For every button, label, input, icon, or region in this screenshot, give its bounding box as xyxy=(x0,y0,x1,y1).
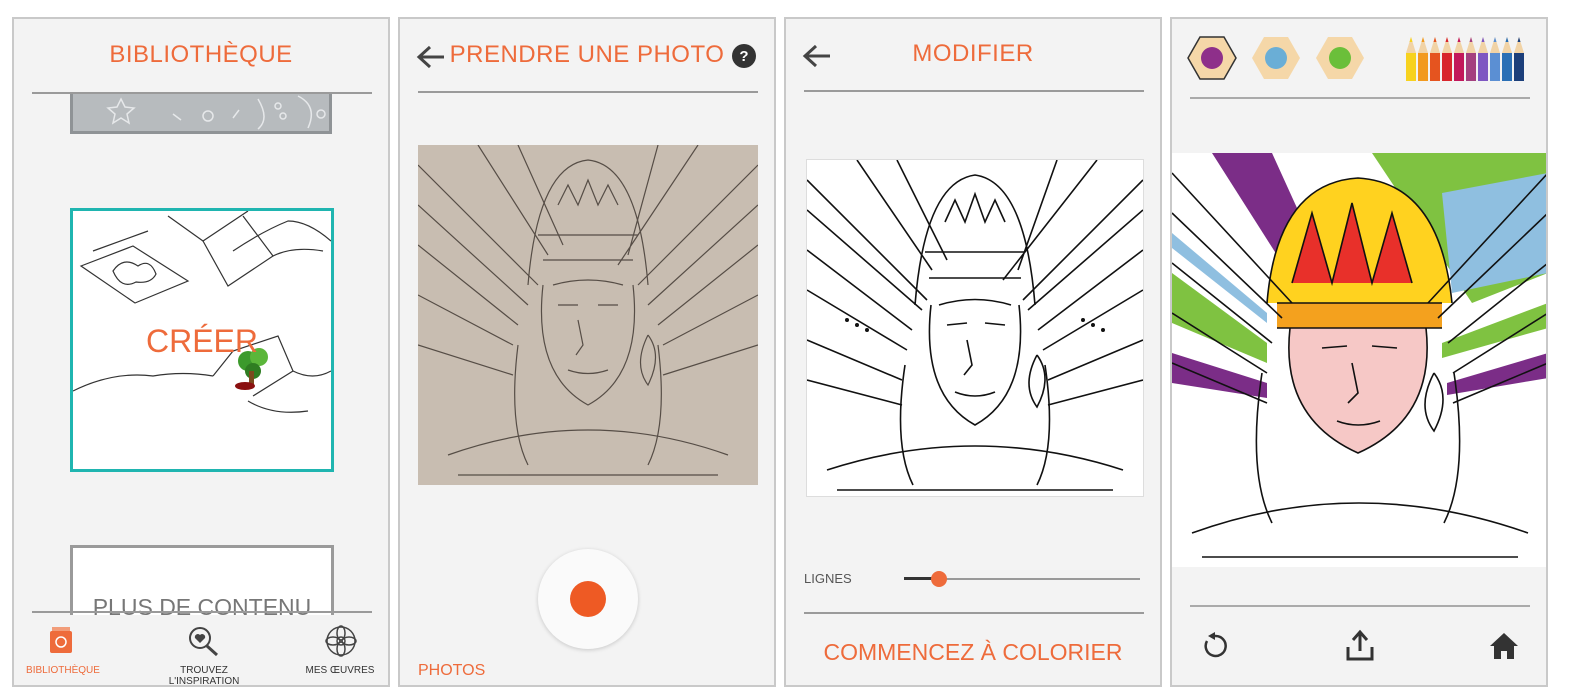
divider xyxy=(1190,605,1530,607)
pencil-3 xyxy=(1442,37,1452,81)
tab-oeuvres[interactable]: MES ŒUVRES xyxy=(300,623,380,683)
pencil-0 xyxy=(1406,37,1416,81)
slider-thumb[interactable] xyxy=(931,571,948,587)
tab-inspiration[interactable]: TROUVEZ L'INSPIRATION xyxy=(144,623,264,685)
pencil-8 xyxy=(1502,37,1512,81)
palette-swatch-green[interactable] xyxy=(1316,37,1364,79)
pencil-2 xyxy=(1430,37,1440,81)
undo-icon[interactable] xyxy=(1200,631,1230,661)
page-title: PRENDRE UNE PHOTO xyxy=(449,41,725,68)
help-icon[interactable]: ? xyxy=(732,44,756,68)
divider xyxy=(418,91,758,93)
photos-link[interactable]: PHOTOS xyxy=(418,662,485,680)
palette-swatch-blue[interactable] xyxy=(1252,37,1300,79)
line-art-preview xyxy=(806,159,1144,497)
page-title: MODIFIER xyxy=(912,40,1034,67)
search-heart-icon xyxy=(189,627,219,657)
modify-screen: MODIFIER LIGNES COMMENCEZ À COLORIER xyxy=(784,17,1162,687)
pencil-7 xyxy=(1490,37,1500,81)
svg-text:?: ? xyxy=(739,48,748,65)
divider xyxy=(1190,97,1530,99)
page-title: BIBLIOTHÈQUE xyxy=(109,41,293,68)
tab-label: TROUVEZ L'INSPIRATION xyxy=(168,665,240,687)
pencil-4 xyxy=(1454,37,1464,81)
create-label: CRÉER xyxy=(145,323,258,359)
pencils-icon[interactable] xyxy=(1402,31,1532,83)
lines-slider[interactable] xyxy=(904,571,1140,587)
pencil-6 xyxy=(1478,37,1488,81)
color-palette xyxy=(1187,36,1364,80)
camera-preview xyxy=(418,145,758,485)
home-icon[interactable] xyxy=(1488,631,1520,661)
coloring-screen xyxy=(1170,17,1548,687)
start-coloring-button[interactable]: COMMENCEZ À COLORIER xyxy=(786,639,1160,666)
coloring-canvas[interactable] xyxy=(1172,153,1546,567)
tab-label: MES ŒUVRES xyxy=(305,665,375,676)
create-card[interactable]: CRÉER xyxy=(70,208,334,472)
library-icon xyxy=(50,627,72,653)
colored-drawing xyxy=(1172,153,1546,567)
palette-swatch-purple[interactable] xyxy=(1187,36,1237,80)
flower-icon xyxy=(325,625,357,657)
pencil-5 xyxy=(1466,37,1476,81)
divider xyxy=(32,611,372,613)
drawing-sketch xyxy=(418,145,758,476)
more-content-card[interactable]: PLUS DE CONTENU xyxy=(70,545,334,615)
slider-label: LIGNES xyxy=(804,571,852,586)
shutter-button[interactable] xyxy=(538,549,638,649)
share-icon[interactable] xyxy=(1344,629,1376,661)
take-photo-screen: PRENDRE UNE PHOTO ? PHOTOS xyxy=(398,17,776,687)
pattern-graphic xyxy=(106,95,326,130)
divider xyxy=(804,90,1144,92)
pencil-1 xyxy=(1418,37,1428,81)
tab-bibliotheque[interactable]: BIBLIOTHÈQUE xyxy=(18,623,108,683)
shutter-dot xyxy=(570,581,606,617)
line-art xyxy=(807,160,1143,491)
pencil-9 xyxy=(1514,37,1524,81)
tab-label: BIBLIOTHÈQUE xyxy=(26,665,100,676)
library-card-top[interactable] xyxy=(70,94,332,134)
divider xyxy=(804,612,1144,614)
library-screen: BIBLIOTHÈQUE CRÉER PLUS DE CONTENU BIBLI… xyxy=(12,17,390,687)
